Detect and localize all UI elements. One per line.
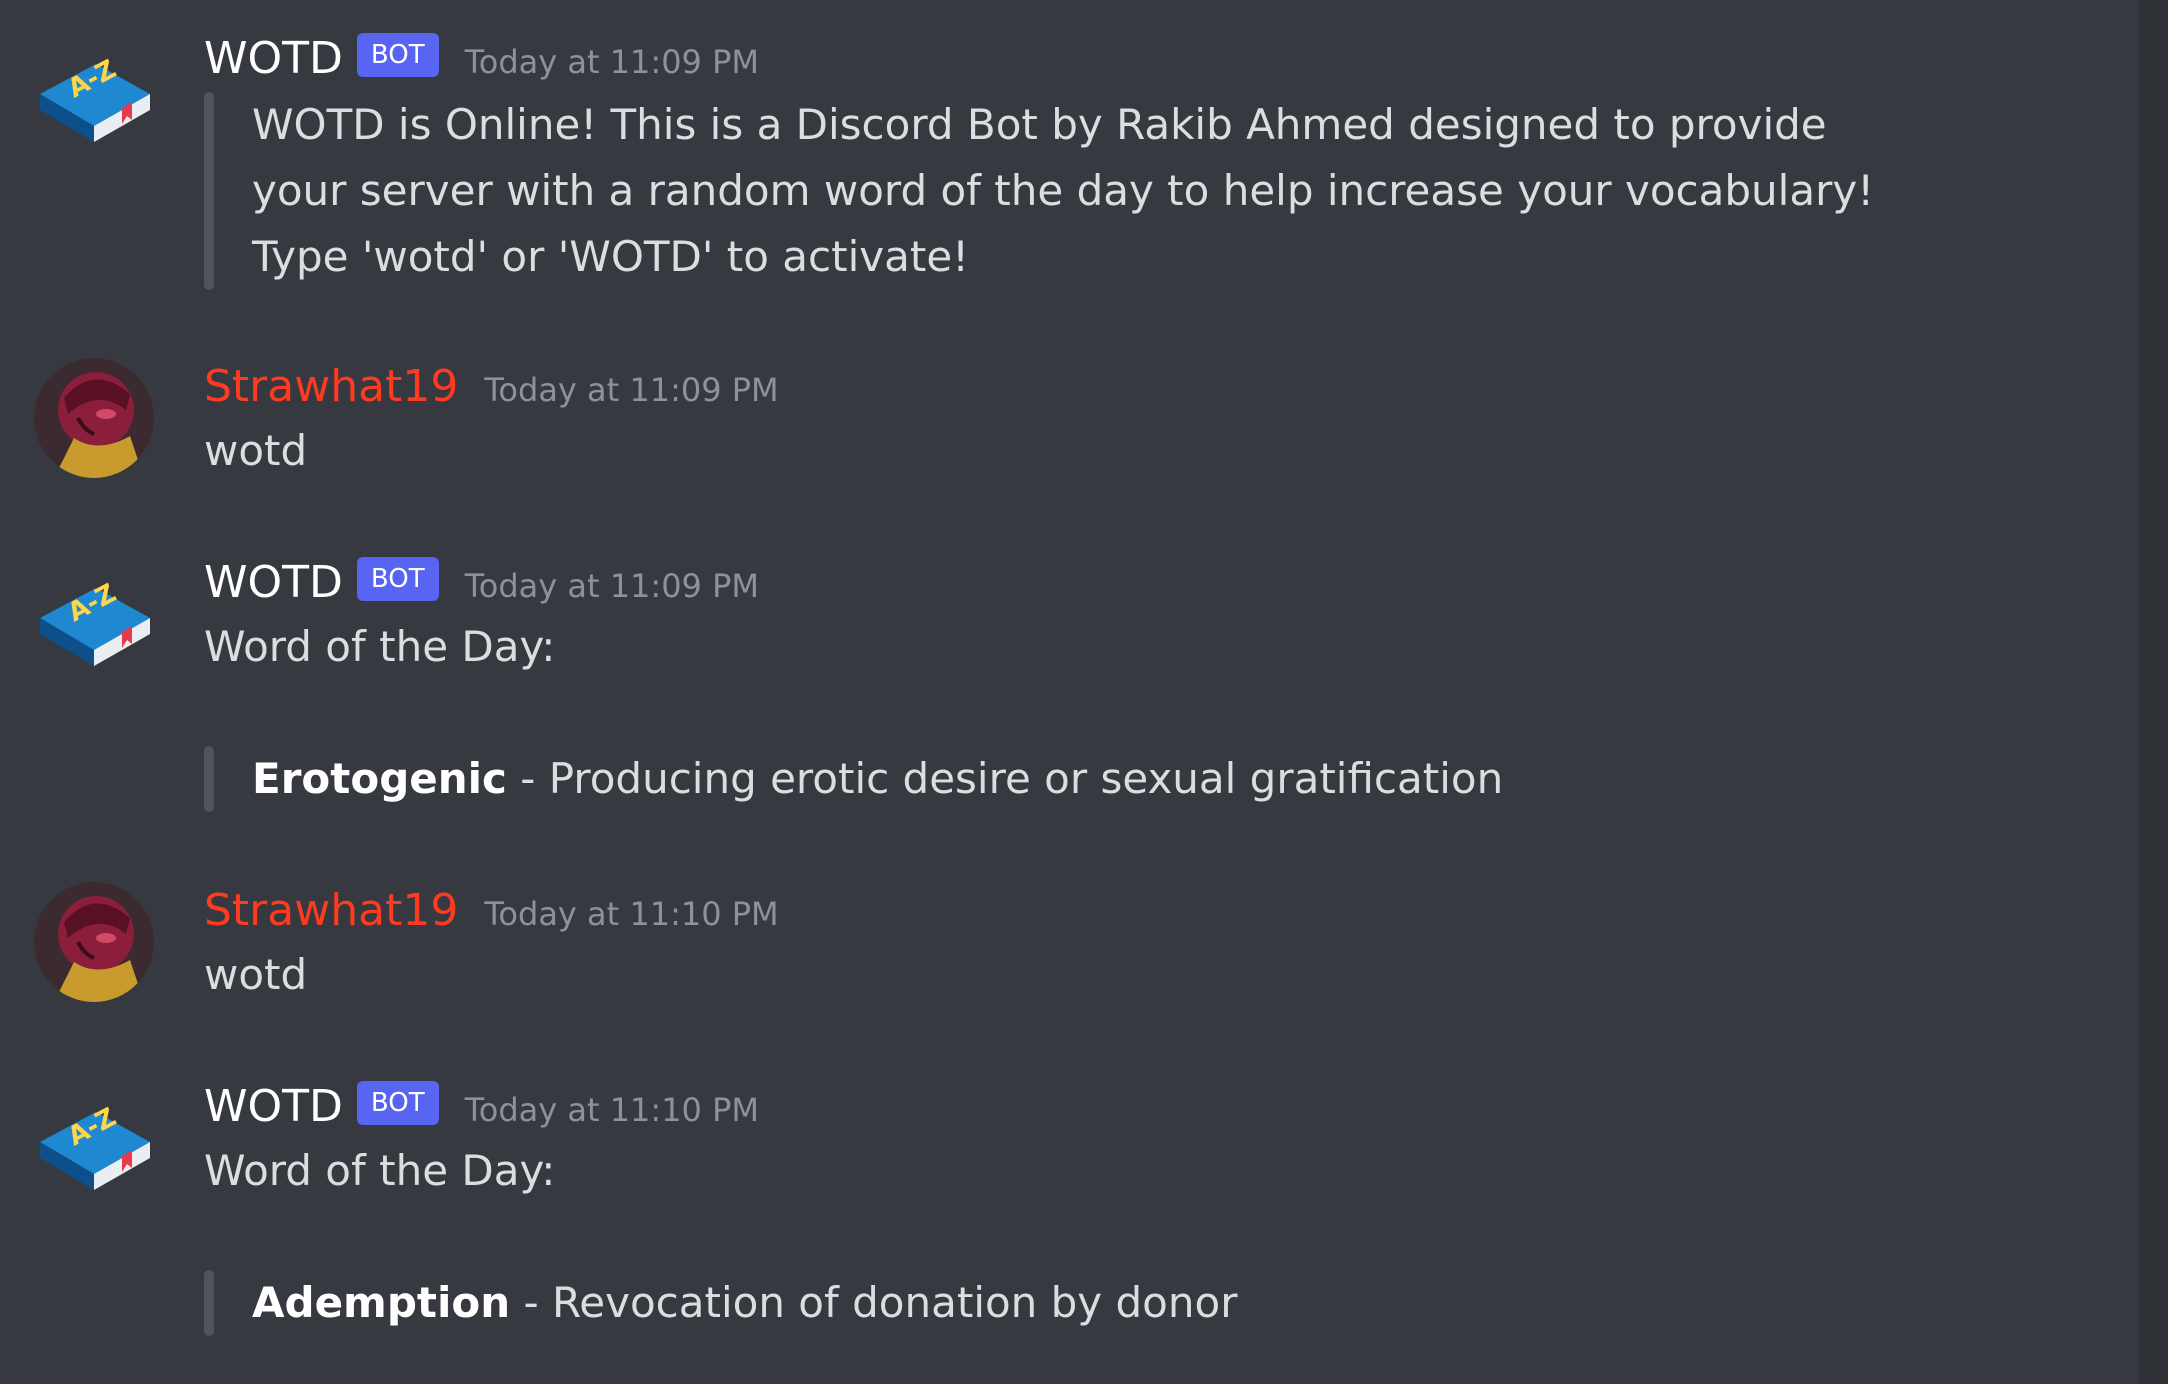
quote-bar bbox=[204, 746, 214, 812]
message-header: Strawhat19 Today at 11:09 PM bbox=[204, 356, 779, 418]
bot-avatar[interactable]: A-Z bbox=[34, 1084, 154, 1204]
chat-message-list: A-Z WOTD BOT Today at 11:09 PM WOTD is O… bbox=[0, 0, 2168, 1384]
timestamp[interactable]: Today at 11:09 PM bbox=[484, 371, 778, 409]
message-item: A-Z WOTD BOT Today at 11:09 PM WOTD is O… bbox=[0, 28, 2100, 298]
word-definition: - Revocation of donation by donor bbox=[510, 1278, 1238, 1327]
message-header: WOTD BOT Today at 11:09 PM bbox=[204, 28, 759, 90]
message-content: wotd bbox=[204, 426, 308, 475]
word-definition: - Producing erotic desire or sexual grat… bbox=[506, 754, 1504, 803]
message-item: A-Z WOTD BOT Today at 11:10 PM Word of t… bbox=[0, 1076, 2100, 1356]
timestamp[interactable]: Today at 11:09 PM bbox=[465, 43, 759, 81]
username[interactable]: Strawhat19 bbox=[204, 880, 458, 942]
message-header: WOTD BOT Today at 11:10 PM bbox=[204, 1076, 759, 1138]
username[interactable]: WOTD bbox=[204, 28, 343, 90]
message-header: Strawhat19 Today at 11:10 PM bbox=[204, 880, 779, 942]
username[interactable]: Strawhat19 bbox=[204, 356, 458, 418]
timestamp[interactable]: Today at 11:10 PM bbox=[484, 895, 778, 933]
message-header: WOTD BOT Today at 11:09 PM bbox=[204, 552, 759, 614]
user-avatar[interactable] bbox=[34, 358, 154, 478]
bot-avatar[interactable]: A-Z bbox=[34, 560, 154, 680]
quote-bar bbox=[204, 1270, 214, 1336]
bot-avatar[interactable]: A-Z bbox=[34, 36, 154, 156]
word-term: Ademption bbox=[252, 1278, 511, 1327]
timestamp[interactable]: Today at 11:10 PM bbox=[465, 1091, 759, 1129]
word-term: Erotogenic bbox=[252, 754, 507, 803]
message-item: Strawhat19 Today at 11:10 PM wotd bbox=[0, 880, 2100, 1010]
bot-badge: BOT bbox=[356, 557, 439, 601]
blockquote: Erotogenic - Producing erotic desire or … bbox=[204, 746, 1503, 812]
scrollbar[interactable] bbox=[2138, 0, 2168, 1384]
message-line: your server with a random word of the da… bbox=[252, 166, 1875, 215]
blockquote: WOTD is Online! This is a Discord Bot by… bbox=[204, 92, 1874, 290]
bot-badge: BOT bbox=[356, 1081, 439, 1125]
book-az-icon: A-Z bbox=[40, 54, 150, 142]
book-az-icon: A-Z bbox=[40, 578, 150, 666]
blockquote: Ademption - Revocation of donation by do… bbox=[204, 1270, 1237, 1336]
username[interactable]: WOTD bbox=[204, 1076, 343, 1138]
timestamp[interactable]: Today at 11:09 PM bbox=[465, 567, 759, 605]
quote-bar bbox=[204, 92, 214, 290]
message-item: Strawhat19 Today at 11:09 PM wotd bbox=[0, 356, 2100, 486]
message-content: Word of the Day: bbox=[204, 622, 556, 671]
message-item: A-Z WOTD BOT Today at 11:09 PM Word of t… bbox=[0, 552, 2100, 832]
bot-badge: BOT bbox=[356, 33, 439, 77]
book-az-icon: A-Z bbox=[40, 1102, 150, 1190]
user-avatar-icon bbox=[34, 358, 154, 478]
message-content: wotd bbox=[204, 950, 308, 999]
user-avatar-icon bbox=[34, 882, 154, 1002]
user-avatar[interactable] bbox=[34, 882, 154, 1002]
message-line: WOTD is Online! This is a Discord Bot by… bbox=[252, 100, 1827, 149]
username[interactable]: WOTD bbox=[204, 552, 343, 614]
message-content: Word of the Day: bbox=[204, 1146, 556, 1195]
message-line: Type 'wotd' or 'WOTD' to activate! bbox=[252, 232, 969, 281]
